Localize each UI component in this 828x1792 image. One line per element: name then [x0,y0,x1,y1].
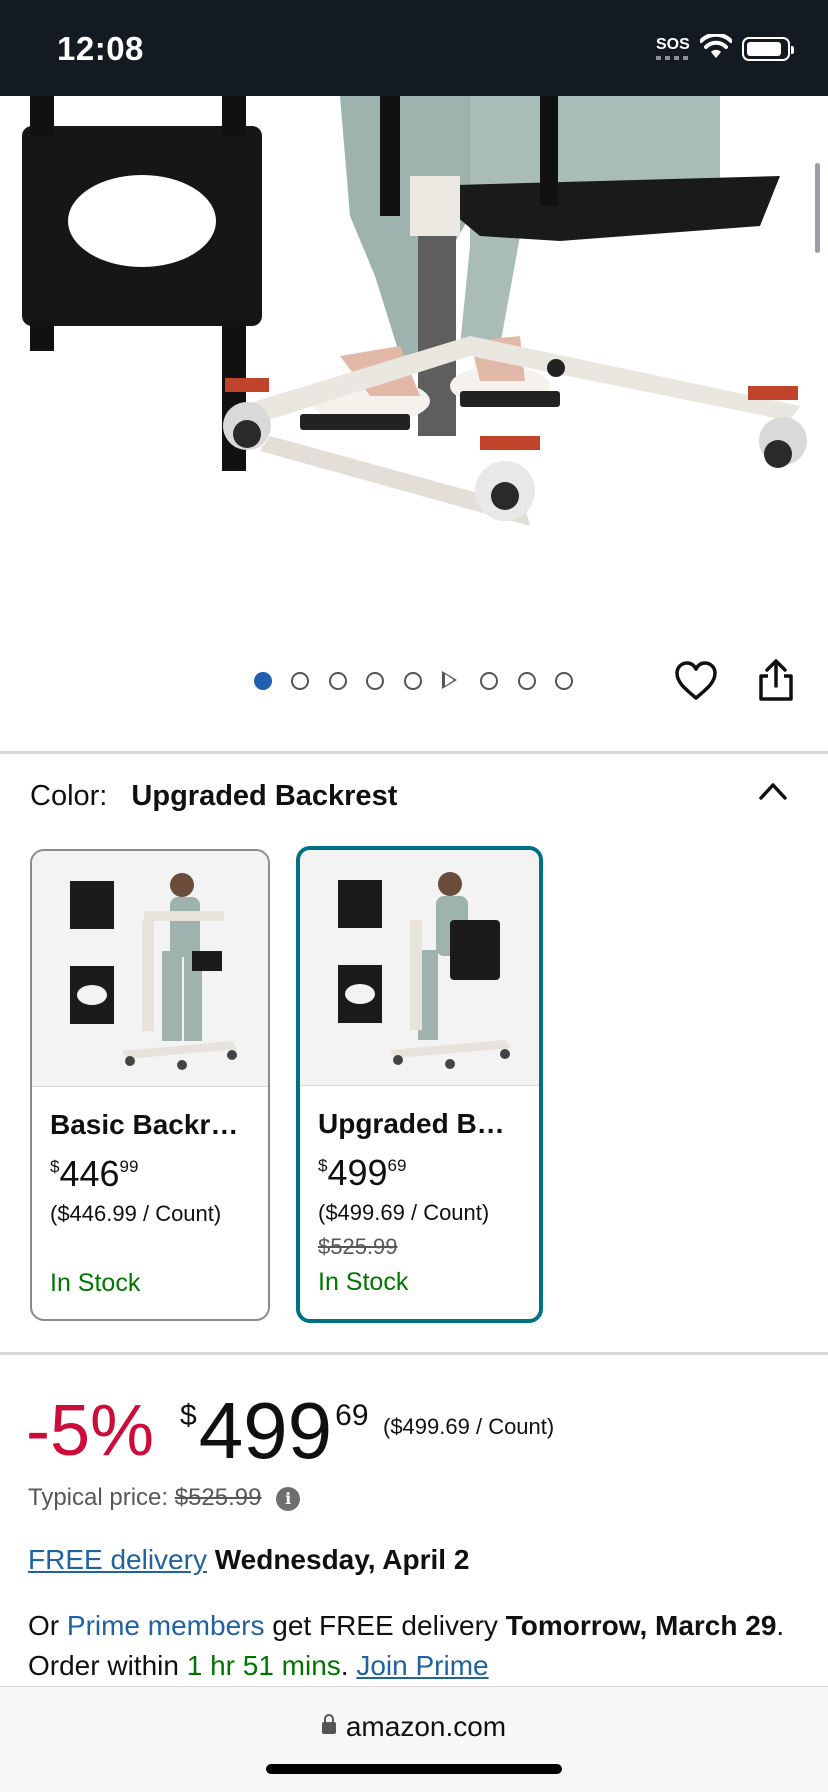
join-prime-link[interactable]: Join Prime [356,1650,488,1681]
prime-prefix: Or [28,1610,60,1641]
prime-delivery-date: Tomorrow, March 29 [505,1610,777,1641]
share-icon[interactable] [756,658,796,702]
delivery-date: Wednesday, April 2 [214,1544,470,1575]
option-name: Basic Backr… [50,1109,239,1140]
typical-price-label: Typical price: [28,1484,169,1511]
carousel-dot[interactable] [480,672,498,690]
url-display[interactable]: amazon.com [0,1711,828,1743]
product-image[interactable] [0,96,828,656]
unit-price: ($499.69 / Count) [383,1414,555,1439]
price-cents: 99 [119,1157,139,1176]
carousel-dot[interactable] [291,672,309,690]
status-bar: 12:08 SOS [0,0,828,96]
carousel-dot[interactable] [518,672,536,690]
carousel-dot[interactable] [366,672,384,690]
free-delivery-link[interactable]: FREE delivery [28,1544,207,1575]
heart-icon[interactable] [674,660,718,704]
option-unit-price: ($446.99 / Count) [50,1201,222,1226]
status-time: 12:08 [57,30,144,67]
carousel-dot[interactable] [555,672,573,690]
currency-symbol: $ [50,1157,60,1176]
color-label: Color: [30,780,108,812]
price-dollars: 499 [198,1386,333,1475]
carousel-dot-active[interactable] [254,672,272,690]
currency-symbol: $ [318,1156,328,1175]
discount-percentage: -5% [26,1391,155,1471]
lock-icon [321,1714,336,1734]
option-stock-status: In Stock [318,1268,409,1296]
option-thumbnail [32,851,268,1087]
chevron-up-icon[interactable] [758,780,788,802]
color-option-basic-backrest[interactable]: Basic Backr… $44699 ($446.99 / Count) In… [30,849,270,1321]
color-option-upgraded-backrest[interactable]: Upgraded B… $49969 ($499.69 / Count) $52… [296,846,543,1323]
selected-color: Upgraded Backrest [131,780,398,812]
battery-icon [742,37,794,61]
section-divider [0,751,828,754]
typical-price-row: Typical price: $525.99 i [28,1484,301,1512]
browser-address-bar[interactable]: amazon.com [0,1686,828,1792]
prime-middle-text: get FREE delivery [272,1610,498,1641]
sos-indicator: SOS [656,36,690,53]
option-price: $49969 [318,1152,406,1194]
price-dollars: 446 [59,1153,120,1194]
price-dollars: 499 [327,1152,388,1193]
home-indicator[interactable] [266,1764,562,1774]
typical-price-value: $525.99 [174,1484,262,1511]
scroll-indicator [815,163,820,253]
info-icon[interactable]: i [276,1486,301,1511]
option-stock-status: In Stock [50,1269,141,1297]
section-divider [0,1352,828,1355]
video-play-icon-inner [445,674,454,686]
order-within-text: Order within [28,1650,179,1681]
url-text: amazon.com [345,1711,507,1742]
option-unit-price: ($499.69 / Count) [318,1200,490,1225]
price-cents: 69 [387,1156,407,1175]
wifi-icon [700,34,732,58]
color-selector-header: Color: Upgraded Backrest [30,780,397,813]
order-countdown: 1 hr 51 mins [186,1650,341,1681]
carousel-dot[interactable] [404,672,422,690]
price-cents: 69 [335,1399,369,1432]
currency-symbol: $ [180,1399,197,1432]
option-price: $44699 [50,1153,138,1195]
cellular-signal-icon [656,56,688,60]
prime-delivery-info: Or Prime members get FREE delivery Tomor… [28,1610,785,1681]
carousel-dot[interactable] [329,672,347,690]
prime-members-link[interactable]: Prime members [67,1610,265,1641]
option-thumbnail [300,850,539,1086]
option-name: Upgraded B… [318,1108,505,1139]
delivery-info: FREE delivery Wednesday, April 2 [28,1544,469,1576]
current-price: $499 69 [180,1385,369,1477]
option-list-price: $525.99 [318,1234,398,1259]
